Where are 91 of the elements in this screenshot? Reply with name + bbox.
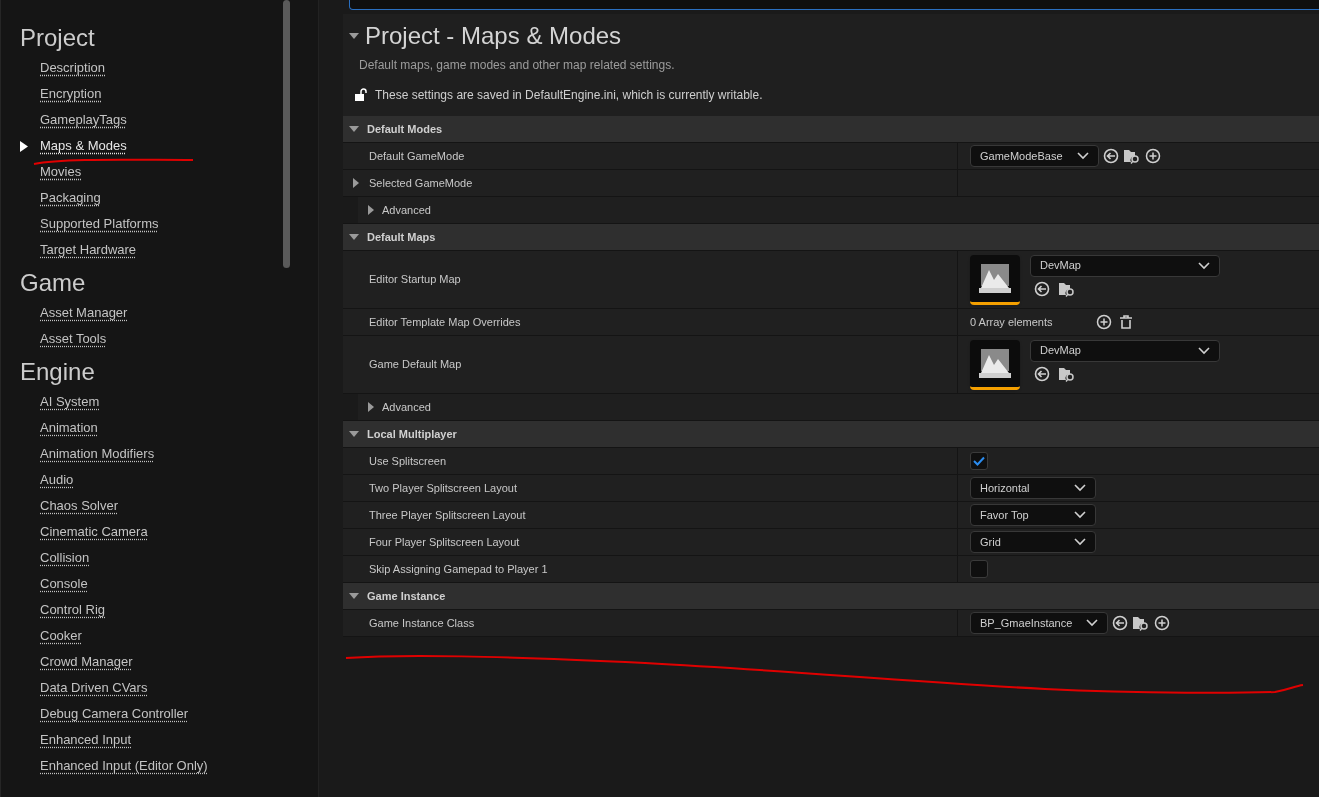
category-heading: Engine (20, 357, 96, 387)
settings-link[interactable]: Chaos Solver (40, 496, 119, 516)
settings-link[interactable]: GameplayTags (40, 110, 127, 130)
config-notice: These settings are saved in DefaultEngine.ini, which is currently writable. (375, 87, 763, 104)
page-title: Project - Maps & Modes (365, 21, 622, 51)
map-thumbnail[interactable] (970, 254, 1020, 305)
add-icon[interactable] (1096, 314, 1112, 330)
advanced-toggle[interactable]: Advanced (382, 201, 431, 219)
settings-link[interactable]: Audio (40, 470, 74, 490)
property-label: Use Splitscreen (368, 453, 447, 469)
use-selected-icon[interactable] (1102, 148, 1119, 164)
property-label: Three Player Splitscreen Layout (368, 507, 526, 523)
chevron-icon (1198, 346, 1210, 355)
settings-link[interactable]: Description (40, 58, 106, 78)
settings-link[interactable]: Control Rig (40, 600, 106, 620)
property-label: Default GameMode (368, 148, 465, 164)
folder-search-icon[interactable] (1058, 280, 1076, 297)
chevron-icon (1198, 261, 1210, 270)
settings-link[interactable]: Maps & Modes (40, 136, 127, 156)
settings-link[interactable]: Animation (40, 418, 98, 438)
property-label: Editor Template Map Overrides (368, 314, 521, 330)
checkbox[interactable] (970, 560, 988, 578)
settings-link[interactable]: Supported Platforms (40, 214, 159, 234)
settings-link[interactable]: Enhanced Input (40, 730, 132, 750)
section-header[interactable]: Game Instance (343, 583, 1319, 610)
folder-search-icon[interactable] (1132, 615, 1151, 631)
dropdown[interactable]: DevMap (1030, 254, 1220, 277)
advanced-toggle[interactable]: Advanced (382, 398, 431, 416)
add-icon[interactable] (1154, 615, 1171, 631)
mountain-icon (979, 262, 1011, 294)
settings-link[interactable]: Cooker (40, 626, 82, 646)
expand-arrow-icon[interactable] (366, 205, 376, 215)
property-label: Four Player Splitscreen Layout (368, 534, 520, 550)
section-header[interactable]: Local Multiplayer (343, 421, 1319, 448)
settings-link[interactable]: Asset Manager (40, 303, 128, 323)
property-label: Game Default Map (368, 357, 462, 373)
search-field[interactable] (349, 0, 1319, 10)
category-heading: Game (20, 268, 87, 298)
trash-icon[interactable] (1118, 314, 1134, 330)
property-label: Editor Startup Map (368, 272, 461, 288)
settings-link[interactable]: AI System (40, 392, 100, 412)
array-count: 0 Array elements (970, 314, 1054, 330)
collapse-arrow-icon[interactable] (349, 591, 359, 601)
chevron-icon (1074, 511, 1086, 519)
settings-link[interactable]: Encryption (40, 84, 102, 104)
settings-link[interactable]: Cinematic Camera (40, 522, 148, 542)
chevron-icon (1074, 538, 1086, 546)
use-selected-icon[interactable] (1034, 280, 1050, 297)
folder-search-icon[interactable] (1058, 365, 1076, 382)
expand-arrow-icon[interactable] (351, 178, 361, 188)
settings-link[interactable]: Enhanced Input (Editor Only) (40, 756, 208, 776)
use-selected-icon[interactable] (1112, 615, 1129, 631)
chevron-icon (1086, 619, 1099, 627)
settings-link[interactable]: Movies (40, 162, 82, 182)
dropdown[interactable]: Favor Top (970, 504, 1096, 526)
settings-link[interactable]: Debug Camera Controller (40, 704, 189, 724)
property-label: Game Instance Class (368, 615, 475, 631)
dropdown[interactable]: BP_GmaeInstance (970, 612, 1109, 634)
property-label: Selected GameMode (368, 175, 473, 191)
settings-link[interactable]: Crowd Manager (40, 652, 133, 672)
settings-link[interactable]: Packaging (40, 188, 101, 208)
chevron-icon (1076, 152, 1089, 160)
section-header[interactable]: Default Maps (343, 224, 1319, 251)
settings-link[interactable]: Asset Tools (40, 329, 107, 349)
settings-link[interactable]: Target Hardware (40, 240, 137, 260)
dropdown[interactable]: Horizontal (970, 477, 1096, 499)
settings-link[interactable]: Data Driven CVars (40, 678, 148, 698)
settings-link[interactable]: Console (40, 574, 88, 594)
mountain-icon (979, 347, 1011, 379)
add-icon[interactable] (1144, 148, 1161, 164)
checkbox[interactable] (970, 452, 988, 470)
collapse-arrow-icon[interactable] (349, 429, 359, 439)
chevron-icon (1074, 484, 1086, 492)
dropdown[interactable]: DevMap (1030, 339, 1220, 362)
property-label: Two Player Splitscreen Layout (368, 480, 517, 496)
property-label: Skip Assigning Gamepad to Player 1 (368, 561, 548, 577)
category-heading: Project (20, 23, 96, 53)
unlock-icon (355, 88, 367, 102)
settings-link[interactable]: Animation Modifiers (40, 444, 155, 464)
map-thumbnail[interactable] (970, 339, 1020, 390)
settings-link[interactable]: Collision (40, 548, 90, 568)
use-selected-icon[interactable] (1034, 365, 1050, 382)
page-description: Default maps, game modes and other map related settings. (358, 57, 676, 74)
dropdown[interactable]: Grid (970, 531, 1096, 553)
folder-search-icon[interactable] (1122, 148, 1141, 164)
collapse-arrow-icon[interactable] (349, 31, 359, 41)
expand-arrow-icon[interactable] (366, 402, 376, 412)
section-header[interactable]: Default Modes (343, 116, 1319, 143)
collapse-arrow-icon[interactable] (349, 232, 359, 242)
collapse-arrow-icon[interactable] (349, 124, 359, 134)
dropdown[interactable]: GameModeBase (970, 145, 1099, 167)
